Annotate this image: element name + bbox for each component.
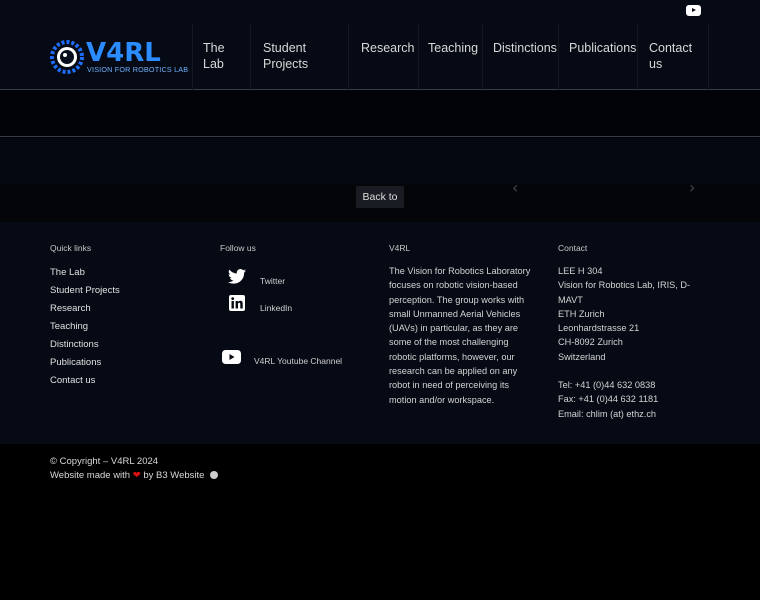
nav-item-contact-us[interactable]: Contact us bbox=[649, 40, 693, 72]
follow-us-heading: Follow us bbox=[220, 243, 256, 253]
fax-line: Fax: +41 (0)44 632 1181 bbox=[558, 394, 659, 405]
address-line: MAVT bbox=[558, 294, 583, 305]
about-text: The Vision for Robotics Laboratory focus… bbox=[389, 264, 549, 407]
contact-phone: Tel: +41 (0)44 632 0838 Fax: +41 (0)44 6… bbox=[558, 378, 718, 421]
hero-band bbox=[0, 90, 760, 137]
nav-item-distinctions[interactable]: Distinctions bbox=[493, 40, 557, 56]
nav-item-the-lab[interactable]: The Lab bbox=[203, 40, 243, 72]
nav-item-research[interactable]: Research bbox=[361, 40, 415, 56]
chevron-left-icon[interactable]: ‹ bbox=[512, 178, 518, 197]
site-logo[interactable]: V4RL VISION FOR ROBOTICS LAB bbox=[50, 38, 188, 76]
logo-subtitle: VISION FOR ROBOTICS LAB bbox=[87, 65, 189, 74]
nav-divider bbox=[637, 24, 638, 90]
nav-divider bbox=[558, 24, 559, 90]
chevron-right-icon[interactable]: › bbox=[689, 178, 695, 197]
address-line: CH-8092 Zurich bbox=[558, 337, 623, 348]
footer-link-the-lab[interactable]: The Lab bbox=[50, 267, 85, 278]
nav-item-teaching[interactable]: Teaching bbox=[428, 40, 478, 56]
back-to-button[interactable]: Back to bbox=[356, 186, 404, 208]
navbar: V4RL VISION FOR ROBOTICS LAB The Lab Stu… bbox=[0, 24, 760, 90]
nav-item-publications[interactable]: Publications bbox=[569, 40, 636, 56]
nav-item-student-projects[interactable]: Student Projects bbox=[263, 40, 323, 72]
logo-eye-icon bbox=[50, 40, 84, 74]
top-bar bbox=[0, 0, 760, 24]
footer-link-research[interactable]: Research bbox=[50, 303, 91, 314]
address-line: ETH Zurich bbox=[558, 308, 605, 319]
about-heading: V4RL bbox=[389, 243, 411, 253]
youtube-channel-link[interactable]: V4RL Youtube Channel bbox=[254, 356, 342, 366]
quick-links-heading: Quick links bbox=[50, 243, 92, 253]
slider-band bbox=[0, 138, 760, 184]
footer-link-teaching[interactable]: Teaching bbox=[50, 321, 88, 332]
nav-divider bbox=[348, 24, 349, 90]
nav-divider bbox=[250, 24, 251, 90]
about-line: motion and/or workspace. bbox=[389, 394, 495, 405]
linkedin-link[interactable]: LinkedIn bbox=[260, 303, 292, 313]
about-line: small Unmanned Aerial Vehicles bbox=[389, 308, 521, 319]
address-line: LEE H 304 bbox=[558, 266, 603, 276]
youtube-icon[interactable] bbox=[222, 350, 241, 364]
made-with-line: Website made with ❤ by B3 Website bbox=[50, 470, 219, 481]
address-line: Vision for Robotics Lab, IRIS, D- bbox=[558, 280, 691, 291]
nav-divider bbox=[192, 24, 193, 90]
linkedin-icon[interactable] bbox=[229, 295, 245, 311]
footer-link-publications[interactable]: Publications bbox=[50, 357, 101, 368]
email-line[interactable]: Email: chlim (at) ethz.ch bbox=[558, 407, 718, 421]
address-line: Leonhardstrasse 21 bbox=[558, 323, 640, 334]
youtube-icon[interactable] bbox=[686, 5, 701, 16]
footer-link-contact-us[interactable]: Contact us bbox=[50, 375, 95, 386]
logo-text: V4RL bbox=[86, 38, 161, 68]
footer-link-student-projects[interactable]: Student Projects bbox=[50, 285, 120, 296]
contact-heading: Contact bbox=[558, 243, 588, 253]
footer: Quick links The Lab Student Projects Res… bbox=[0, 222, 760, 444]
heart-icon: ❤ bbox=[132, 470, 141, 481]
nav-divider bbox=[418, 24, 419, 90]
twitter-icon[interactable] bbox=[228, 269, 246, 284]
about-line: robot in need of perceiving its bbox=[389, 380, 510, 391]
footer-link-distinctions[interactable]: Distinctions bbox=[50, 339, 99, 350]
twitter-link[interactable]: Twitter bbox=[260, 276, 285, 286]
about-line: The Vision for Robotics Laboratory bbox=[389, 266, 531, 276]
made-with-suffix[interactable]: by B3 Website bbox=[143, 470, 204, 481]
copyright-text: © Copyright – V4RL 2024 bbox=[50, 456, 159, 467]
about-line: research can be applied on any bbox=[389, 366, 518, 377]
about-line: robotic platforms, however, our bbox=[389, 351, 515, 362]
about-line: (UAVs) in particular, as they are bbox=[389, 323, 519, 334]
nav-divider bbox=[708, 24, 709, 90]
phone-line: Tel: +41 (0)44 632 0838 bbox=[558, 380, 656, 390]
contact-address: LEE H 304 Vision for Robotics Lab, IRIS,… bbox=[558, 264, 718, 364]
about-line: perception. The group works with bbox=[389, 294, 525, 305]
nav-divider bbox=[482, 24, 483, 90]
made-with-prefix: Website made with bbox=[50, 470, 131, 481]
about-line: some of the most challenging bbox=[389, 337, 509, 348]
b3-logo-icon bbox=[210, 471, 219, 479]
address-line: Switzerland bbox=[558, 351, 606, 362]
about-line: focuses on robotic vision-based bbox=[389, 280, 518, 291]
